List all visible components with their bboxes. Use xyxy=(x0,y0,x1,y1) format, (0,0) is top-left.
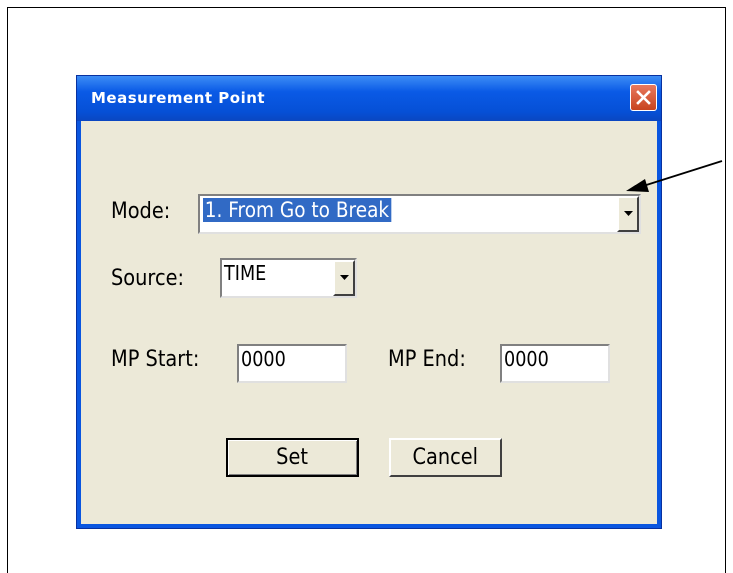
arrow-icon xyxy=(626,160,723,192)
callout-arrow xyxy=(626,160,723,192)
